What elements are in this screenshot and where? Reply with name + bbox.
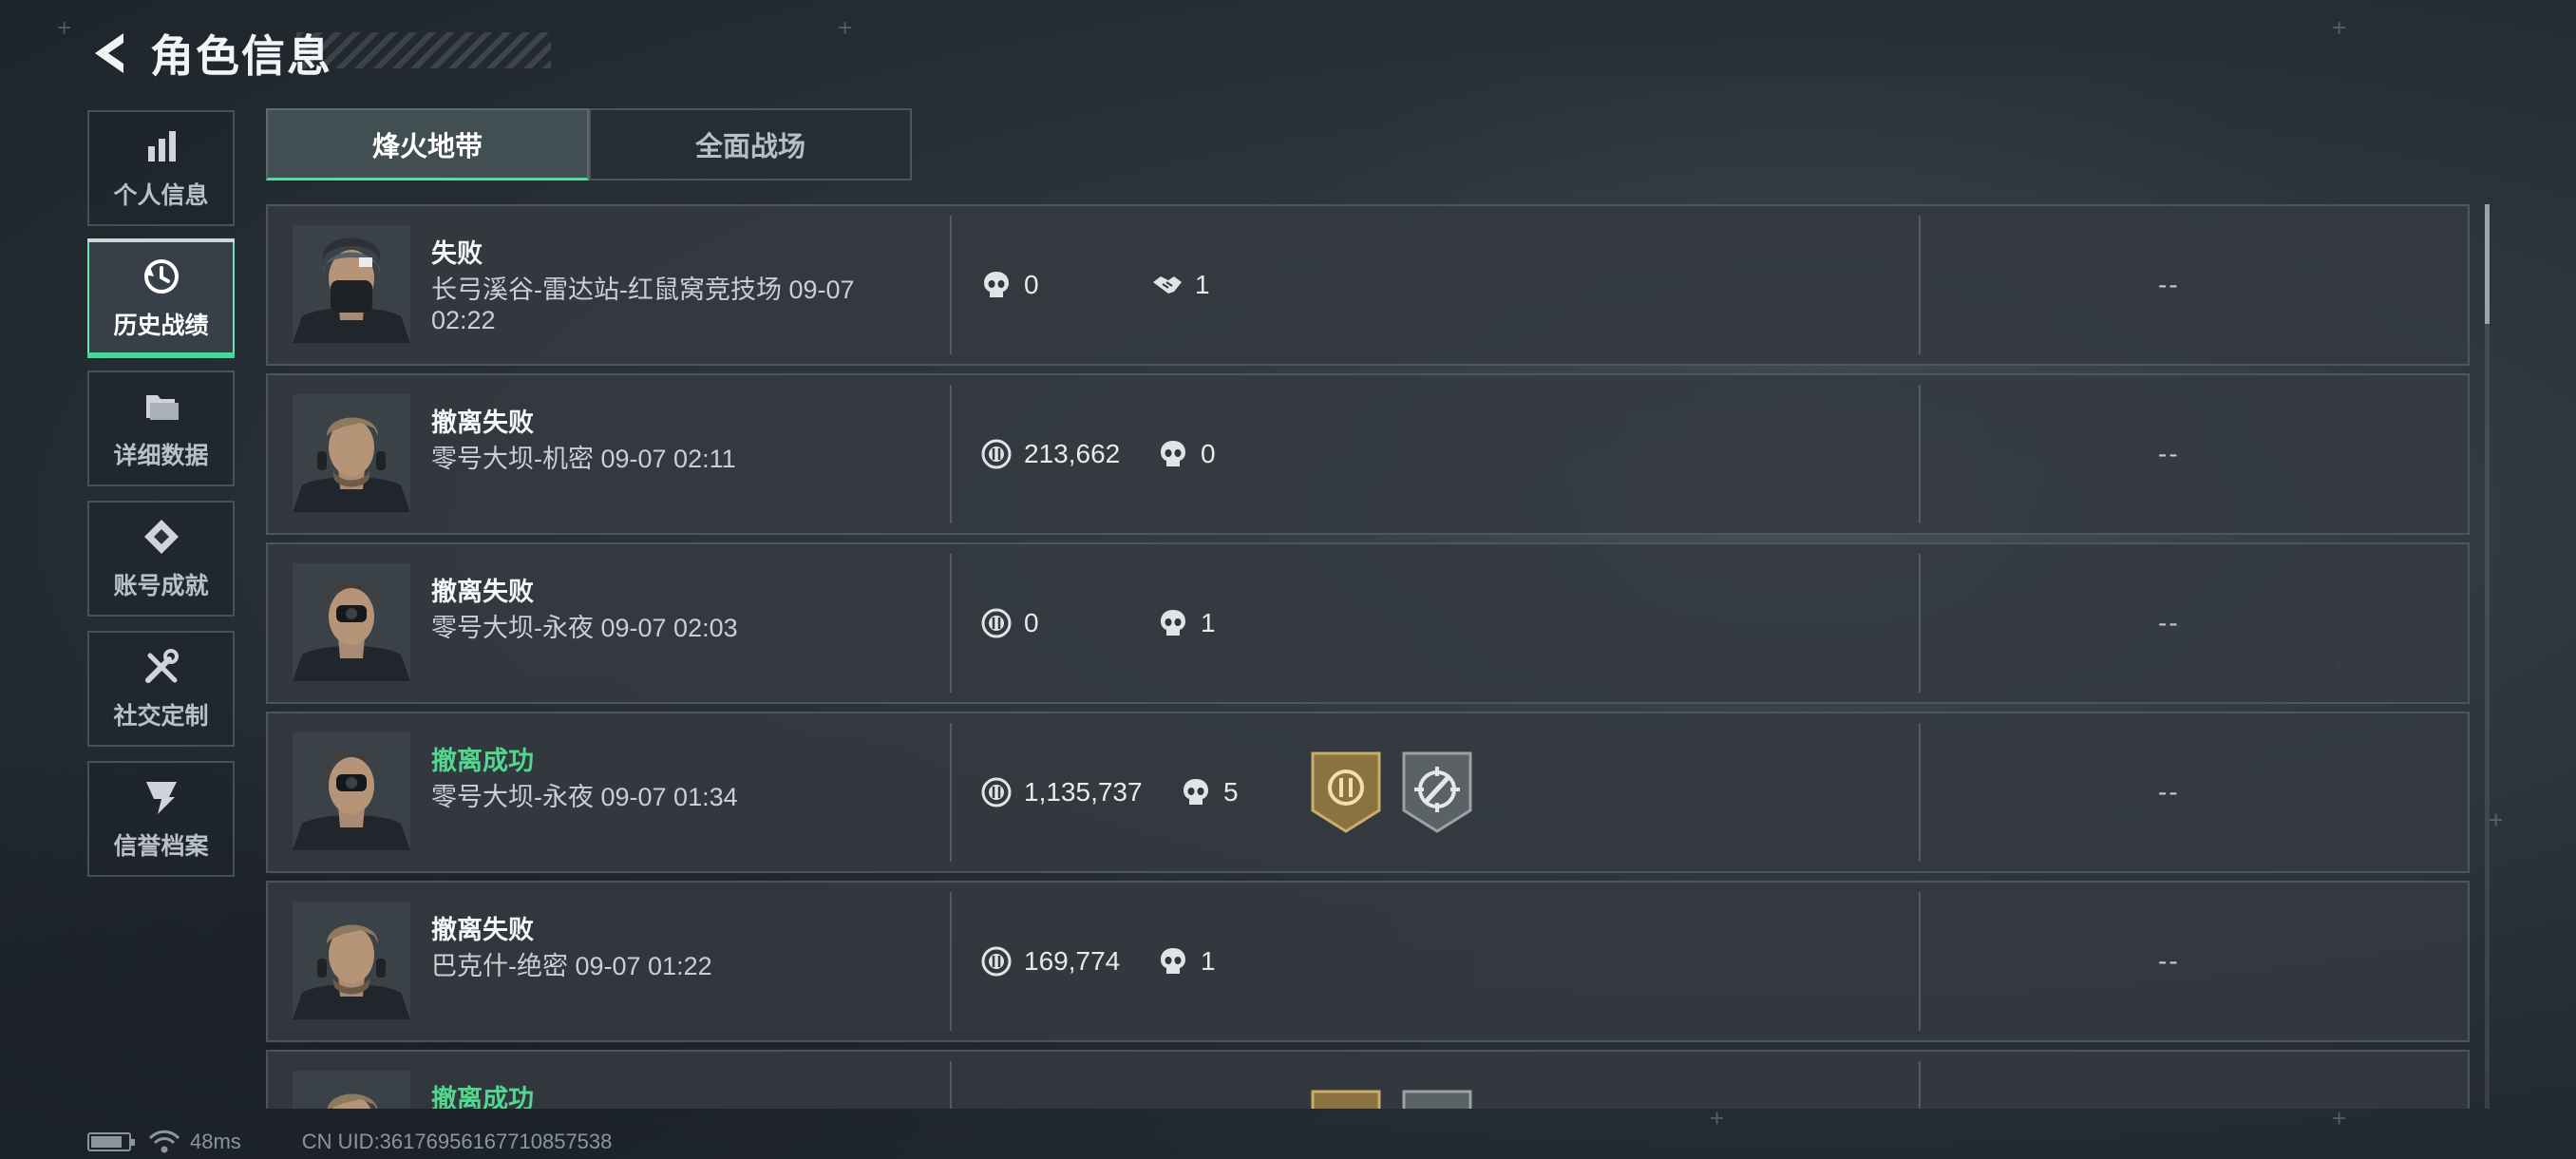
match-history-list: 失败 长弓溪谷-雷达站-红鼠窝竞技场 09-07 02:22 0 1 -- 撤离… — [266, 204, 2470, 1109]
stat-loot-value: 169,774 — [980, 883, 1120, 1040]
sidebar-item-social-custom[interactable]: 社交定制 — [87, 631, 235, 747]
sidebar-item-label: 信誉档案 — [113, 833, 209, 860]
stat-kills: 1 — [1157, 883, 1216, 1040]
credit-shield-icon — [145, 782, 177, 814]
player-uid: CN UID:36176956167710857538 — [301, 1130, 613, 1153]
chevron-left-icon[interactable] — [87, 29, 129, 77]
stat-loot-value: 1,135,737 — [980, 713, 1143, 871]
sidebar-item-label: 账号成就 — [113, 573, 209, 599]
match-result: 撤离失败 — [431, 916, 534, 944]
operator-avatar — [293, 1071, 410, 1109]
extra-info: -- — [2158, 270, 2180, 299]
gold-coin-badge-icon[interactable] — [1309, 1090, 1383, 1109]
match-row[interactable]: 撤离失败 零号大坝-永夜 09-07 02:03 0 1 -- — [266, 542, 2470, 704]
mode-tabs: 烽火地带 全面战场 — [266, 108, 912, 180]
page-header: 角色信息 — [87, 27, 332, 81]
sidebar-item-label: 社交定制 — [113, 703, 209, 730]
sidebar-item-label: 详细数据 — [113, 443, 209, 469]
extra-info: -- — [2158, 608, 2180, 637]
match-row[interactable]: 撤离成功 — [266, 1050, 2470, 1109]
operator-avatar — [293, 732, 410, 850]
battery-icon — [87, 1132, 135, 1151]
extra-info: -- — [2158, 946, 2180, 976]
bar-chart-icon — [147, 131, 176, 162]
sidebar-item-achievements[interactable]: 账号成就 — [87, 501, 235, 617]
match-detail: 长弓溪谷-雷达站-红鼠窝竞技场 09-07 02:22 — [431, 276, 855, 334]
sidebar-item-credit-profile[interactable]: 信誉档案 — [87, 761, 235, 877]
match-detail: 零号大坝-永夜 09-07 02:03 — [431, 614, 738, 642]
coin-icon — [981, 777, 1012, 808]
skull-icon — [1161, 441, 1185, 466]
match-detail: 巴克什-绝密 09-07 01:22 — [431, 952, 712, 980]
crosshair-badge-icon[interactable] — [1400, 751, 1474, 833]
scrollbar-track[interactable] — [2485, 204, 2490, 1109]
status-bar: 48ms CN UID:36176956167710857538 — [87, 1127, 612, 1157]
title-decoration — [296, 32, 551, 68]
ping-value: 48ms — [190, 1130, 241, 1153]
sidebar-item-detailed-data[interactable]: 详细数据 — [87, 370, 235, 486]
operator-avatar — [293, 394, 410, 512]
handshake-icon — [1152, 276, 1183, 294]
coin-icon — [981, 608, 1012, 638]
match-detail: 零号大坝-机密 09-07 02:11 — [431, 445, 736, 473]
match-result: 撤离成功 — [431, 747, 534, 775]
sidebar-item-label: 历史战绩 — [113, 313, 209, 339]
tab-warzone[interactable]: 烽火地带 — [266, 108, 589, 180]
skull-icon — [1161, 610, 1185, 636]
operator-avatar — [293, 902, 410, 1019]
stat-assists: 1 — [1151, 206, 1210, 364]
achievement-icon — [143, 520, 179, 554]
coin-icon — [981, 946, 1012, 977]
extra-info: -- — [2158, 439, 2180, 468]
skull-icon — [984, 272, 1009, 297]
tools-icon — [144, 649, 179, 683]
wifi-icon — [148, 1130, 180, 1153]
stat-kills: 0 — [1157, 375, 1216, 533]
match-result: 撤离失败 — [431, 578, 534, 606]
sidebar-item-match-history[interactable]: 历史战绩 — [87, 238, 235, 358]
match-result: 失败 — [431, 239, 483, 268]
skull-icon — [1161, 948, 1185, 974]
history-icon — [143, 259, 179, 294]
tab-full-battlefield[interactable]: 全面战场 — [589, 108, 912, 180]
stat-loot-value: 213,662 — [980, 375, 1120, 533]
match-row[interactable]: 撤离失败 巴克什-绝密 09-07 01:22 169,774 1 -- — [266, 881, 2470, 1042]
stat-kills: 1 — [1157, 544, 1216, 702]
scrollbar-thumb[interactable] — [2485, 204, 2490, 324]
match-row[interactable]: 撤离成功 零号大坝-永夜 09-07 01:34 1,135,737 5 -- — [266, 712, 2470, 873]
grey-badge-icon[interactable] — [1400, 1090, 1474, 1109]
stat-kills: 5 — [1180, 713, 1239, 871]
operator-avatar — [293, 563, 410, 681]
match-detail: 零号大坝-永夜 09-07 01:34 — [431, 783, 738, 811]
sidebar-item-personal-info[interactable]: 个人信息 — [87, 110, 235, 226]
skull-icon — [1184, 779, 1208, 805]
sidebar: 个人信息 历史战绩 详细数据 账号成就 社交定制 信誉档案 — [87, 110, 235, 891]
operator-avatar — [293, 225, 410, 343]
page-title: 角色信息 — [150, 31, 332, 81]
match-row[interactable]: 撤离失败 零号大坝-机密 09-07 02:11 213,662 0 -- — [266, 373, 2470, 535]
match-result: 撤离失败 — [431, 408, 534, 437]
match-result: 撤离成功 — [431, 1085, 534, 1109]
gold-coin-badge-icon[interactable] — [1309, 751, 1383, 833]
coin-icon — [981, 439, 1012, 469]
match-row[interactable]: 失败 长弓溪谷-雷达站-红鼠窝竞技场 09-07 02:22 0 1 -- — [266, 204, 2470, 366]
stat-loot-value: 0 — [980, 544, 1039, 702]
sidebar-item-label: 个人信息 — [113, 182, 209, 209]
extra-info: -- — [2158, 777, 2180, 807]
stat-kills: 0 — [980, 206, 1039, 364]
folder-icon — [145, 395, 179, 420]
